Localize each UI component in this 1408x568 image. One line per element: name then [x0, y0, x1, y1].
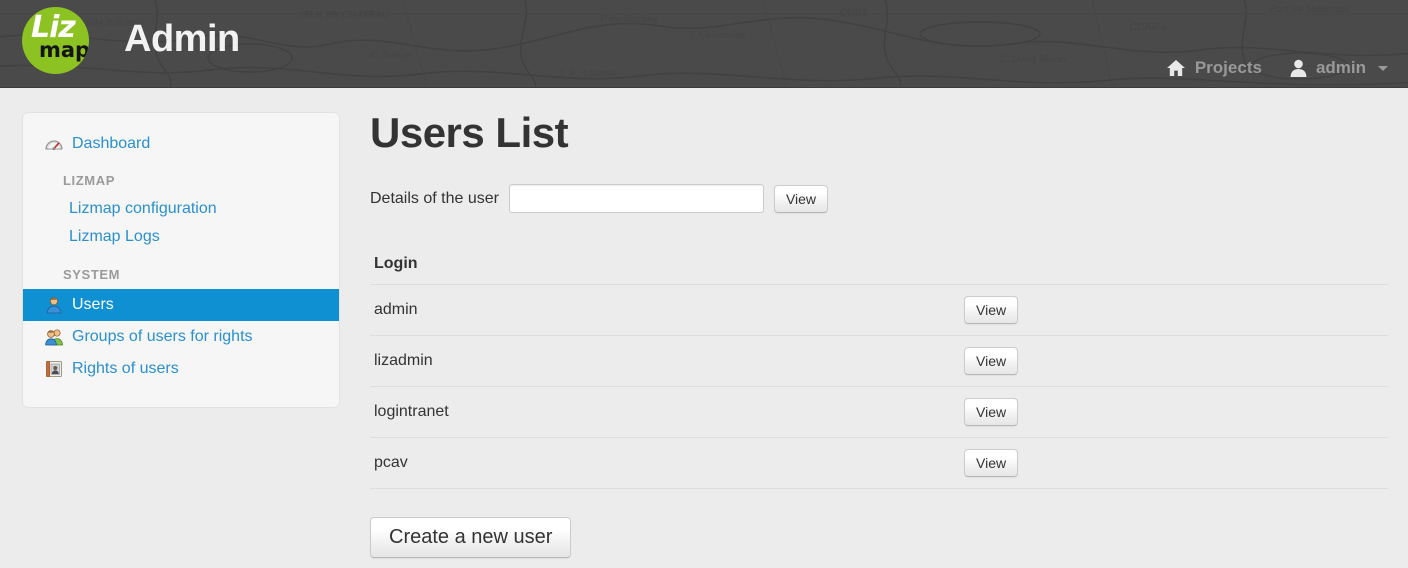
nav-projects-link[interactable]: Projects — [1154, 52, 1274, 84]
create-new-user-button[interactable]: Create a new user — [370, 517, 572, 558]
page-title: Users List — [370, 109, 569, 156]
users-group-icon — [45, 328, 63, 346]
users-table-header-row: Login — [370, 249, 1388, 285]
lizmap-logo[interactable]: Liz map — [22, 7, 89, 74]
top-navigation: Projects admin — [1154, 52, 1400, 84]
cell-action: View — [918, 284, 1388, 336]
sidebar-item-users-label: Users — [72, 296, 114, 313]
user-search-form: Details of the user View — [370, 184, 1388, 213]
nav-user-label: admin — [1315, 58, 1366, 77]
cell-login: lizadmin — [370, 335, 918, 387]
column-header-login: Login — [370, 249, 918, 285]
sidebar-item-groups-label: Groups of users for rights — [72, 328, 253, 345]
sidebar-section-system-title: SYSTEM — [63, 267, 121, 282]
nav-projects-label: Projects — [1194, 58, 1262, 77]
cell-login: pcav — [370, 437, 918, 489]
logo-map-text: map — [39, 38, 89, 62]
user-search-view-button[interactable]: View — [773, 184, 829, 213]
user-icon — [1290, 59, 1307, 77]
sidebar-item-dashboard-label: Dashboard — [72, 135, 151, 152]
table-row: pcav View — [370, 437, 1388, 489]
app-header: I. Grande Bahama ISLE DE CHATEAU C. Roug… — [0, 0, 1408, 88]
dashboard-gauge-icon — [45, 135, 63, 153]
cell-action: View — [918, 335, 1388, 387]
table-row: lizadmin View — [370, 335, 1388, 387]
column-header-action — [918, 249, 1388, 285]
chevron-down-icon — [1378, 65, 1388, 71]
main-content: Users List Details of the user View Logi… — [370, 112, 1388, 558]
page-app-title: Admin — [124, 18, 240, 60]
view-user-button[interactable]: View — [964, 347, 1019, 375]
users-table-body: admin View lizadmin View logintranet Vie… — [370, 284, 1388, 489]
user-blue-icon — [45, 296, 63, 314]
cell-action: View — [918, 437, 1388, 489]
sidebar-item-lizmap-logs[interactable]: Lizmap Logs — [23, 223, 339, 251]
id-card-icon — [45, 360, 63, 378]
sidebar-item-lizmap-configuration[interactable]: Lizmap configuration — [23, 195, 339, 223]
cell-action: View — [918, 386, 1388, 438]
view-user-button[interactable]: View — [964, 398, 1019, 426]
sidebar-item-users[interactable]: Users — [23, 289, 339, 321]
view-user-button[interactable]: View — [964, 449, 1019, 477]
users-table-head: Login — [370, 249, 1388, 285]
sidebar-item-dashboard[interactable]: Dashboard — [23, 131, 339, 157]
view-user-button[interactable]: View — [964, 296, 1019, 324]
cell-login: admin — [370, 284, 918, 336]
users-table: Login admin View lizadmin View logintran… — [370, 249, 1388, 489]
user-search-input[interactable] — [508, 184, 764, 213]
sidebar-item-rights-label: Rights of users — [72, 360, 179, 377]
table-row: admin View — [370, 284, 1388, 336]
table-row: logintranet View — [370, 386, 1388, 438]
home-icon — [1166, 59, 1186, 77]
cell-login: logintranet — [370, 386, 918, 438]
nav-user-menu[interactable]: admin — [1278, 52, 1400, 84]
user-search-label: Details of the user — [370, 189, 499, 207]
sidebar-item-rights-of-users[interactable]: Rights of users — [23, 353, 339, 385]
sidebar-section-lizmap-title: LIZMAP — [63, 173, 115, 188]
sidebar-item-groups-of-users[interactable]: Groups of users for rights — [23, 321, 339, 353]
sidebar: Dashboard LIZMAP Lizmap configuration Li… — [22, 112, 340, 408]
